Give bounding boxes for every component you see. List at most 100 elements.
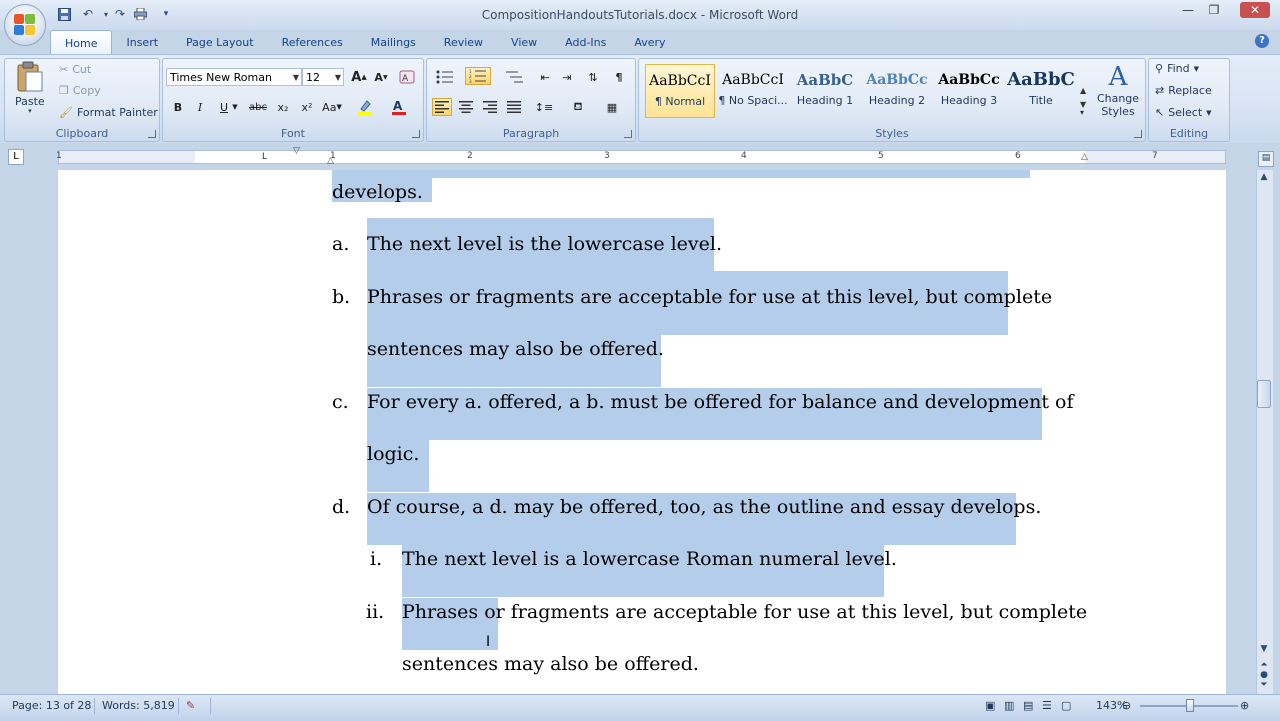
document-line: Phrases or fragments are acceptable for …	[402, 601, 1088, 623]
decrease-indent-icon[interactable]: ⇤	[535, 68, 555, 86]
close-icon[interactable]: ✕	[1240, 2, 1270, 18]
italic-button[interactable]: I	[190, 98, 210, 116]
tab-home[interactable]: Home	[50, 30, 113, 55]
sort-icon[interactable]: ⇅	[583, 68, 603, 86]
zoom-in-icon[interactable]: ⊕	[1240, 699, 1249, 712]
zoom-out-icon[interactable]: ⊖	[1122, 699, 1131, 712]
document-line: logic.	[367, 443, 420, 465]
style-heading-3[interactable]: AaBbCc Heading 3	[934, 64, 1004, 118]
tab-stop-icon[interactable]: L	[262, 152, 267, 162]
next-page-icon[interactable]: ⏷	[1258, 680, 1270, 690]
select-button[interactable]: ↖ Select ▼	[1155, 106, 1212, 119]
justify-button[interactable]	[504, 98, 524, 116]
tab-page-layout[interactable]: Page Layout	[172, 30, 268, 54]
bold-button[interactable]: B	[168, 98, 188, 116]
scrollbar-thumb[interactable]	[1257, 380, 1271, 408]
list-marker: ii.	[366, 601, 385, 623]
document-line: Of course, a d. may be offered, too, as …	[367, 496, 1042, 518]
restore-icon[interactable]: ❐	[1202, 2, 1226, 18]
cut-button[interactable]: ✂ Cut	[59, 63, 91, 76]
borders-icon[interactable]: ▦	[599, 98, 625, 116]
ruler-number: 6	[1015, 151, 1021, 161]
find-button[interactable]: ⚲ Find ▼	[1155, 62, 1199, 75]
help-icon[interactable]: ?	[1255, 34, 1269, 48]
styles-dialog-launcher-icon[interactable]	[1134, 130, 1142, 138]
outline-view-icon[interactable]: ☰	[1042, 699, 1052, 712]
shading-icon[interactable]: ⛾	[565, 98, 591, 116]
proofing-icon[interactable]: ✎	[186, 699, 195, 712]
style-normal[interactable]: AaBbCcI ¶ Normal	[645, 64, 715, 118]
document-page[interactable]: develops. a. The next level is the lower…	[58, 170, 1226, 694]
office-button[interactable]	[4, 4, 46, 46]
tab-insert[interactable]: Insert	[112, 30, 172, 54]
change-case-button[interactable]: Aa ▼	[322, 98, 342, 116]
line-spacing-icon[interactable]: ↕≡	[531, 98, 557, 116]
clear-formatting-icon[interactable]: A	[397, 68, 417, 86]
multilevel-list-button[interactable]	[501, 68, 529, 86]
right-indent-icon[interactable]: △	[1081, 152, 1088, 162]
scroll-down-icon[interactable]: ▼	[1258, 644, 1270, 654]
full-screen-reading-icon[interactable]: ▥	[1004, 699, 1014, 712]
font-group: Times New Roman ▼ 12 ▼ A ▲ A ▼ A B I U ▼ abc…	[162, 58, 424, 142]
style-name: ¶ No Spaci...	[718, 94, 788, 107]
ruler-number: 7	[1152, 151, 1158, 161]
tab-avery[interactable]: Avery	[620, 30, 679, 54]
font-dialog-launcher-icon[interactable]	[412, 130, 420, 138]
select-browse-object-icon[interactable]: ●	[1258, 670, 1270, 680]
paragraph-dialog-launcher-icon[interactable]	[624, 130, 632, 138]
styles-more-icon[interactable]: ▾	[1080, 108, 1084, 117]
svg-text:A: A	[393, 99, 403, 113]
tab-review[interactable]: Review	[430, 30, 497, 54]
font-family-combo[interactable]: Times New Roman ▼	[166, 68, 302, 86]
page-count[interactable]: Page: 13 of 28	[12, 699, 91, 712]
style-heading-2[interactable]: AaBbCc Heading 2	[862, 64, 932, 118]
change-styles-button[interactable]: A Change Styles	[1094, 62, 1142, 118]
scroll-up-icon[interactable]: ▲	[1258, 172, 1270, 182]
underline-dropdown-icon[interactable]: ▼	[230, 98, 240, 116]
hanging-indent-icon[interactable]: △	[327, 156, 334, 166]
style-heading-1[interactable]: AaBbC Heading 1	[790, 64, 860, 118]
view-ruler-icon[interactable]: ▤	[1258, 151, 1274, 167]
draft-view-icon[interactable]: ▢	[1061, 699, 1071, 712]
show-formatting-marks-icon[interactable]: ¶	[609, 68, 629, 86]
shrink-font-button[interactable]: A ▼	[371, 68, 391, 86]
tab-view[interactable]: View	[497, 30, 551, 54]
office-logo-icon	[14, 14, 36, 36]
replace-button[interactable]: ⇄ Replace	[1155, 84, 1212, 97]
styles-scroll-up-icon[interactable]: ▲	[1080, 86, 1086, 95]
align-center-button[interactable]	[456, 98, 476, 116]
tab-references[interactable]: References	[268, 30, 357, 54]
tab-mailings[interactable]: Mailings	[357, 30, 430, 54]
first-line-indent-icon[interactable]: ▽	[293, 146, 300, 156]
increase-indent-icon[interactable]: ⇥	[557, 68, 577, 86]
grow-font-button[interactable]: A ▲	[349, 68, 369, 86]
previous-page-icon[interactable]: ⏶	[1258, 660, 1270, 670]
bullets-button[interactable]	[431, 68, 459, 86]
minimize-icon[interactable]: —	[1176, 2, 1200, 18]
font-size-combo[interactable]: 12 ▼	[302, 68, 344, 86]
strikethrough-button[interactable]: abc	[248, 98, 268, 116]
style-name: Title	[1029, 94, 1053, 107]
vertical-scrollbar[interactable]	[1256, 170, 1273, 694]
paste-button[interactable]: Paste ▾	[15, 61, 45, 115]
format-painter-button[interactable]: 🖌 Format Painter	[59, 106, 158, 119]
tab-selector-icon[interactable]: L	[8, 149, 24, 165]
select-label: Select	[1168, 106, 1203, 119]
subscript-button[interactable]: x₂	[273, 98, 293, 116]
tab-add-ins[interactable]: Add-Ins	[551, 30, 620, 54]
align-left-button[interactable]	[432, 98, 452, 116]
clipboard-dialog-launcher-icon[interactable]	[148, 130, 156, 138]
zoom-slider-knob[interactable]	[1186, 699, 1194, 712]
align-right-button[interactable]	[480, 98, 500, 116]
font-color-button[interactable]: A	[389, 98, 409, 116]
numbering-button[interactable]: 123	[465, 67, 491, 85]
word-count[interactable]: Words: 5,819	[102, 699, 175, 712]
print-layout-view-icon[interactable]: ▣	[985, 699, 995, 712]
style-no-spacing[interactable]: AaBbCcI ¶ No Spaci...	[718, 64, 788, 118]
superscript-button[interactable]: x²	[297, 98, 317, 116]
highlight-button[interactable]	[355, 98, 375, 116]
style-title[interactable]: AaBbC Title	[1006, 64, 1076, 118]
web-layout-icon[interactable]: ▤	[1023, 699, 1033, 712]
style-name: Heading 3	[940, 94, 998, 107]
copy-button[interactable]: ❐ Copy	[59, 84, 101, 97]
